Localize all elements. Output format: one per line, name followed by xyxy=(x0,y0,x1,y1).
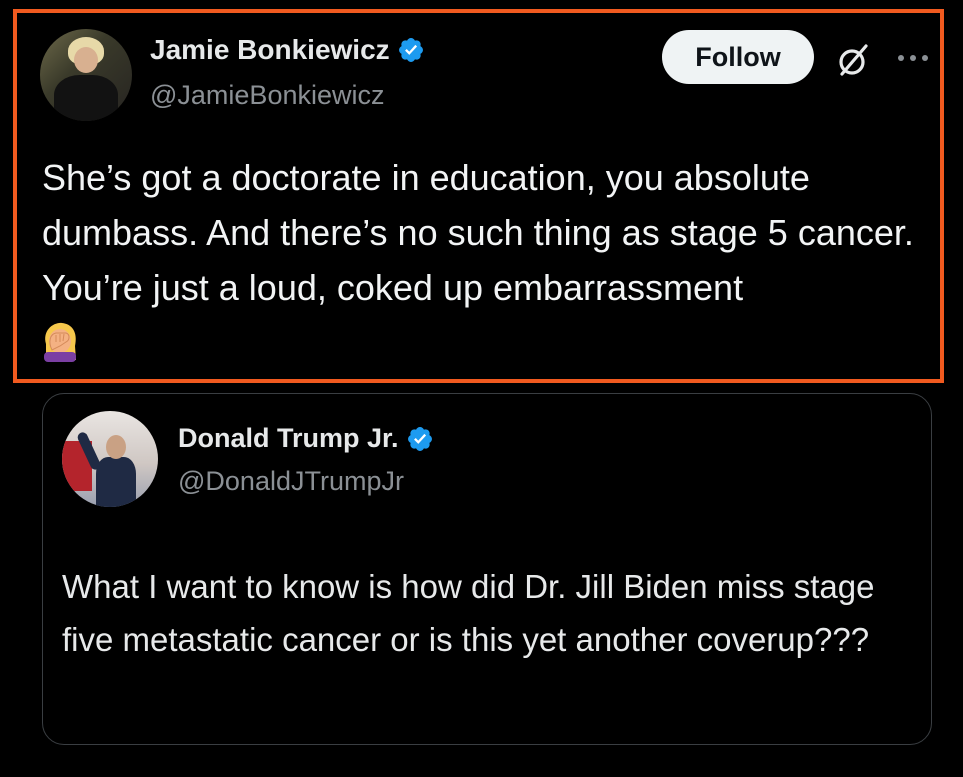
follow-button[interactable]: Follow xyxy=(662,30,814,84)
grok-icon[interactable] xyxy=(833,40,873,80)
verified-badge-icon xyxy=(398,38,423,62)
quoted-author-handle[interactable]: @DonaldJTrumpJr xyxy=(178,466,404,497)
avatar-shirt xyxy=(54,75,118,121)
avatar-face xyxy=(74,47,98,73)
author-handle[interactable]: @JamieBonkiewicz xyxy=(150,80,384,111)
verified-badge-icon xyxy=(407,426,432,451)
avatar-donald[interactable] xyxy=(62,411,158,507)
quoted-author-name-text[interactable]: Donald Trump Jr. xyxy=(178,423,399,454)
tweet-text: She’s got a doctorate in education, you … xyxy=(42,157,914,308)
author-name[interactable]: Jamie Bonkiewicz xyxy=(150,34,425,66)
avatar-suit xyxy=(96,457,136,507)
more-options-icon[interactable] xyxy=(893,46,933,70)
author-name-text[interactable]: Jamie Bonkiewicz xyxy=(150,34,390,66)
quoted-author-name[interactable]: Donald Trump Jr. xyxy=(178,423,434,454)
facepalm-emoji-icon xyxy=(44,322,76,362)
quoted-tweet-text: What I want to know is how did Dr. Jill … xyxy=(62,568,875,658)
avatar-head xyxy=(106,435,126,459)
avatar-jamie[interactable] xyxy=(40,29,132,121)
